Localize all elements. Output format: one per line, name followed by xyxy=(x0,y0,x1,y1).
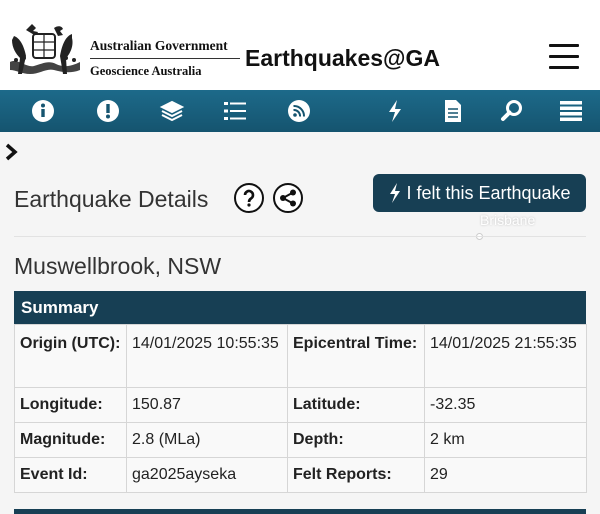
field-label: Longitude: xyxy=(14,387,127,423)
field-value: 14/01/2025 21:55:35 xyxy=(424,324,587,388)
layers-button[interactable] xyxy=(157,96,187,126)
field-label: Magnitude: xyxy=(14,422,127,458)
field-label: Event Id: xyxy=(14,457,127,493)
field-label: Depth: xyxy=(287,422,425,458)
share-button[interactable] xyxy=(273,183,303,213)
document-icon xyxy=(445,100,461,122)
divider xyxy=(14,236,586,237)
government-branding: Australian Government Geoscience Austral… xyxy=(90,38,240,79)
field-value: 29 xyxy=(424,457,587,493)
summary-panel: Summary Origin (UTC): 14/01/2025 10:55:3… xyxy=(14,291,587,493)
alert-icon xyxy=(97,100,119,122)
site-header: Australian Government Geoscience Austral… xyxy=(0,0,600,90)
hamburger-bar xyxy=(549,44,579,47)
help-button[interactable] xyxy=(234,183,264,213)
list-icon xyxy=(224,102,246,120)
felt-button-label: I felt this Earthquake xyxy=(406,182,571,203)
menu-button[interactable] xyxy=(556,96,586,126)
field-value: 14/01/2025 10:55:35 xyxy=(126,324,288,388)
rss-button[interactable] xyxy=(284,96,314,126)
toolbar xyxy=(0,90,600,132)
field-label: Origin (UTC): xyxy=(14,324,127,388)
info-button[interactable] xyxy=(28,96,58,126)
field-value: 2 km xyxy=(424,422,587,458)
field-label: Felt Reports: xyxy=(287,457,425,493)
agency-name: Geoscience Australia xyxy=(90,64,202,78)
layers-icon xyxy=(159,100,185,122)
table-row: Event Id: ga2025ayseka Felt Reports: 29 xyxy=(14,457,587,493)
hamburger-bar xyxy=(549,55,579,58)
felt-earthquake-button[interactable]: I felt this Earthquake xyxy=(373,174,586,212)
earthquake-button[interactable] xyxy=(380,96,410,126)
list-button[interactable] xyxy=(220,96,250,126)
lightning-icon xyxy=(390,183,401,203)
table-row: Magnitude: 2.8 (MLa) Depth: 2 km xyxy=(14,422,587,458)
table-row: Longitude: 150.87 Latitude: -32.35 xyxy=(14,387,587,423)
field-value: -32.35 xyxy=(424,387,587,423)
hamburger-bar xyxy=(549,66,579,69)
page-title: Earthquake Details xyxy=(14,186,209,212)
field-value: 2.8 (MLa) xyxy=(126,422,288,458)
info-icon xyxy=(32,100,54,122)
field-value: 150.87 xyxy=(126,387,288,423)
field-value: ga2025ayseka xyxy=(126,457,288,493)
search-icon xyxy=(501,100,522,121)
search-button[interactable] xyxy=(497,96,527,126)
field-label: Epicentral Time: xyxy=(287,324,425,388)
menu-icon xyxy=(560,101,582,121)
hamburger-menu-button[interactable] xyxy=(549,44,579,70)
share-icon xyxy=(280,189,296,207)
event-location: Muswellbrook, NSW xyxy=(14,253,222,279)
coat-of-arms-logo xyxy=(10,24,80,74)
lightning-icon xyxy=(389,100,401,122)
next-section-header xyxy=(14,509,586,514)
summary-table: Origin (UTC): 14/01/2025 10:55:35 Epicen… xyxy=(14,324,587,493)
chevron-right-icon[interactable] xyxy=(4,142,20,162)
table-row: Origin (UTC): 14/01/2025 10:55:35 Epicen… xyxy=(14,324,587,388)
summary-heading: Summary xyxy=(14,291,586,324)
field-label: Latitude: xyxy=(287,387,425,423)
question-icon xyxy=(243,189,255,207)
app-title: Earthquakes@GA xyxy=(245,45,440,71)
document-button[interactable] xyxy=(438,96,468,126)
alert-button[interactable] xyxy=(93,96,123,126)
government-name: Australian Government xyxy=(90,38,240,59)
rss-icon xyxy=(288,100,310,122)
map-city-label: Brisbane xyxy=(480,212,536,228)
